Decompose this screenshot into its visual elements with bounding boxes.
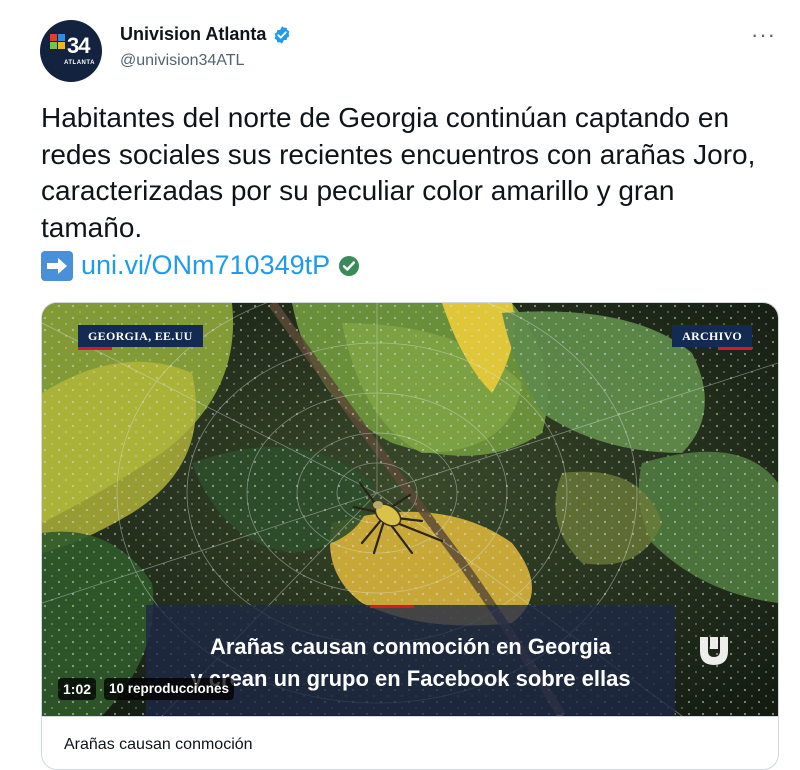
headline-accent [370, 605, 414, 608]
check-circle-icon [339, 255, 360, 276]
tweet-text: Habitantes del norte de Georgia continúa… [41, 102, 756, 243]
tag-accent [718, 347, 752, 350]
location-tag-label: GEORGIA, EE.UU [88, 329, 193, 343]
archive-tag-label: ARCHIVO [682, 329, 742, 343]
video-player[interactable]: GEORGIA, EE.UU ARCHIVO Arañas causan con… [42, 303, 778, 716]
account-handle[interactable]: @univision34ATL [120, 52, 244, 70]
univision-logo-icon [50, 34, 65, 49]
tag-accent [78, 347, 112, 350]
archive-tag: ARCHIVO [672, 325, 752, 350]
tweet-link[interactable]: uni.vi/ONm710349tP [81, 250, 330, 281]
card-title: Arañas causan conmoción [64, 736, 253, 753]
account-name-row: Univision Atlanta [120, 24, 292, 45]
video-views: 10 reproducciones [104, 678, 235, 700]
univision-logo-icon [700, 637, 728, 665]
card-footer[interactable]: Arañas causan conmoción [42, 716, 778, 769]
tweet: 34 ATLANTA Univision Atlanta @univision3… [0, 0, 800, 770]
avatar-logo-subtitle: ATLANTA [64, 60, 95, 66]
media-card[interactable]: GEORGIA, EE.UU ARCHIVO Arañas causan con… [41, 302, 779, 770]
verified-badge-icon [275, 25, 290, 44]
display-name[interactable]: Univision Atlanta [120, 24, 266, 45]
tweet-link-row: uni.vi/ONm710349tP [41, 250, 360, 281]
more-icon[interactable]: ··· [751, 22, 776, 48]
location-tag: GEORGIA, EE.UU [78, 325, 203, 350]
avatar-logo-number: 34 [67, 33, 91, 58]
video-headline-line1: Arañas causan conmoción en Georgia [209, 634, 611, 659]
right-arrow-icon [41, 250, 73, 281]
video-duration: 1:02 [58, 678, 97, 700]
avatar[interactable]: 34 ATLANTA [40, 20, 102, 82]
